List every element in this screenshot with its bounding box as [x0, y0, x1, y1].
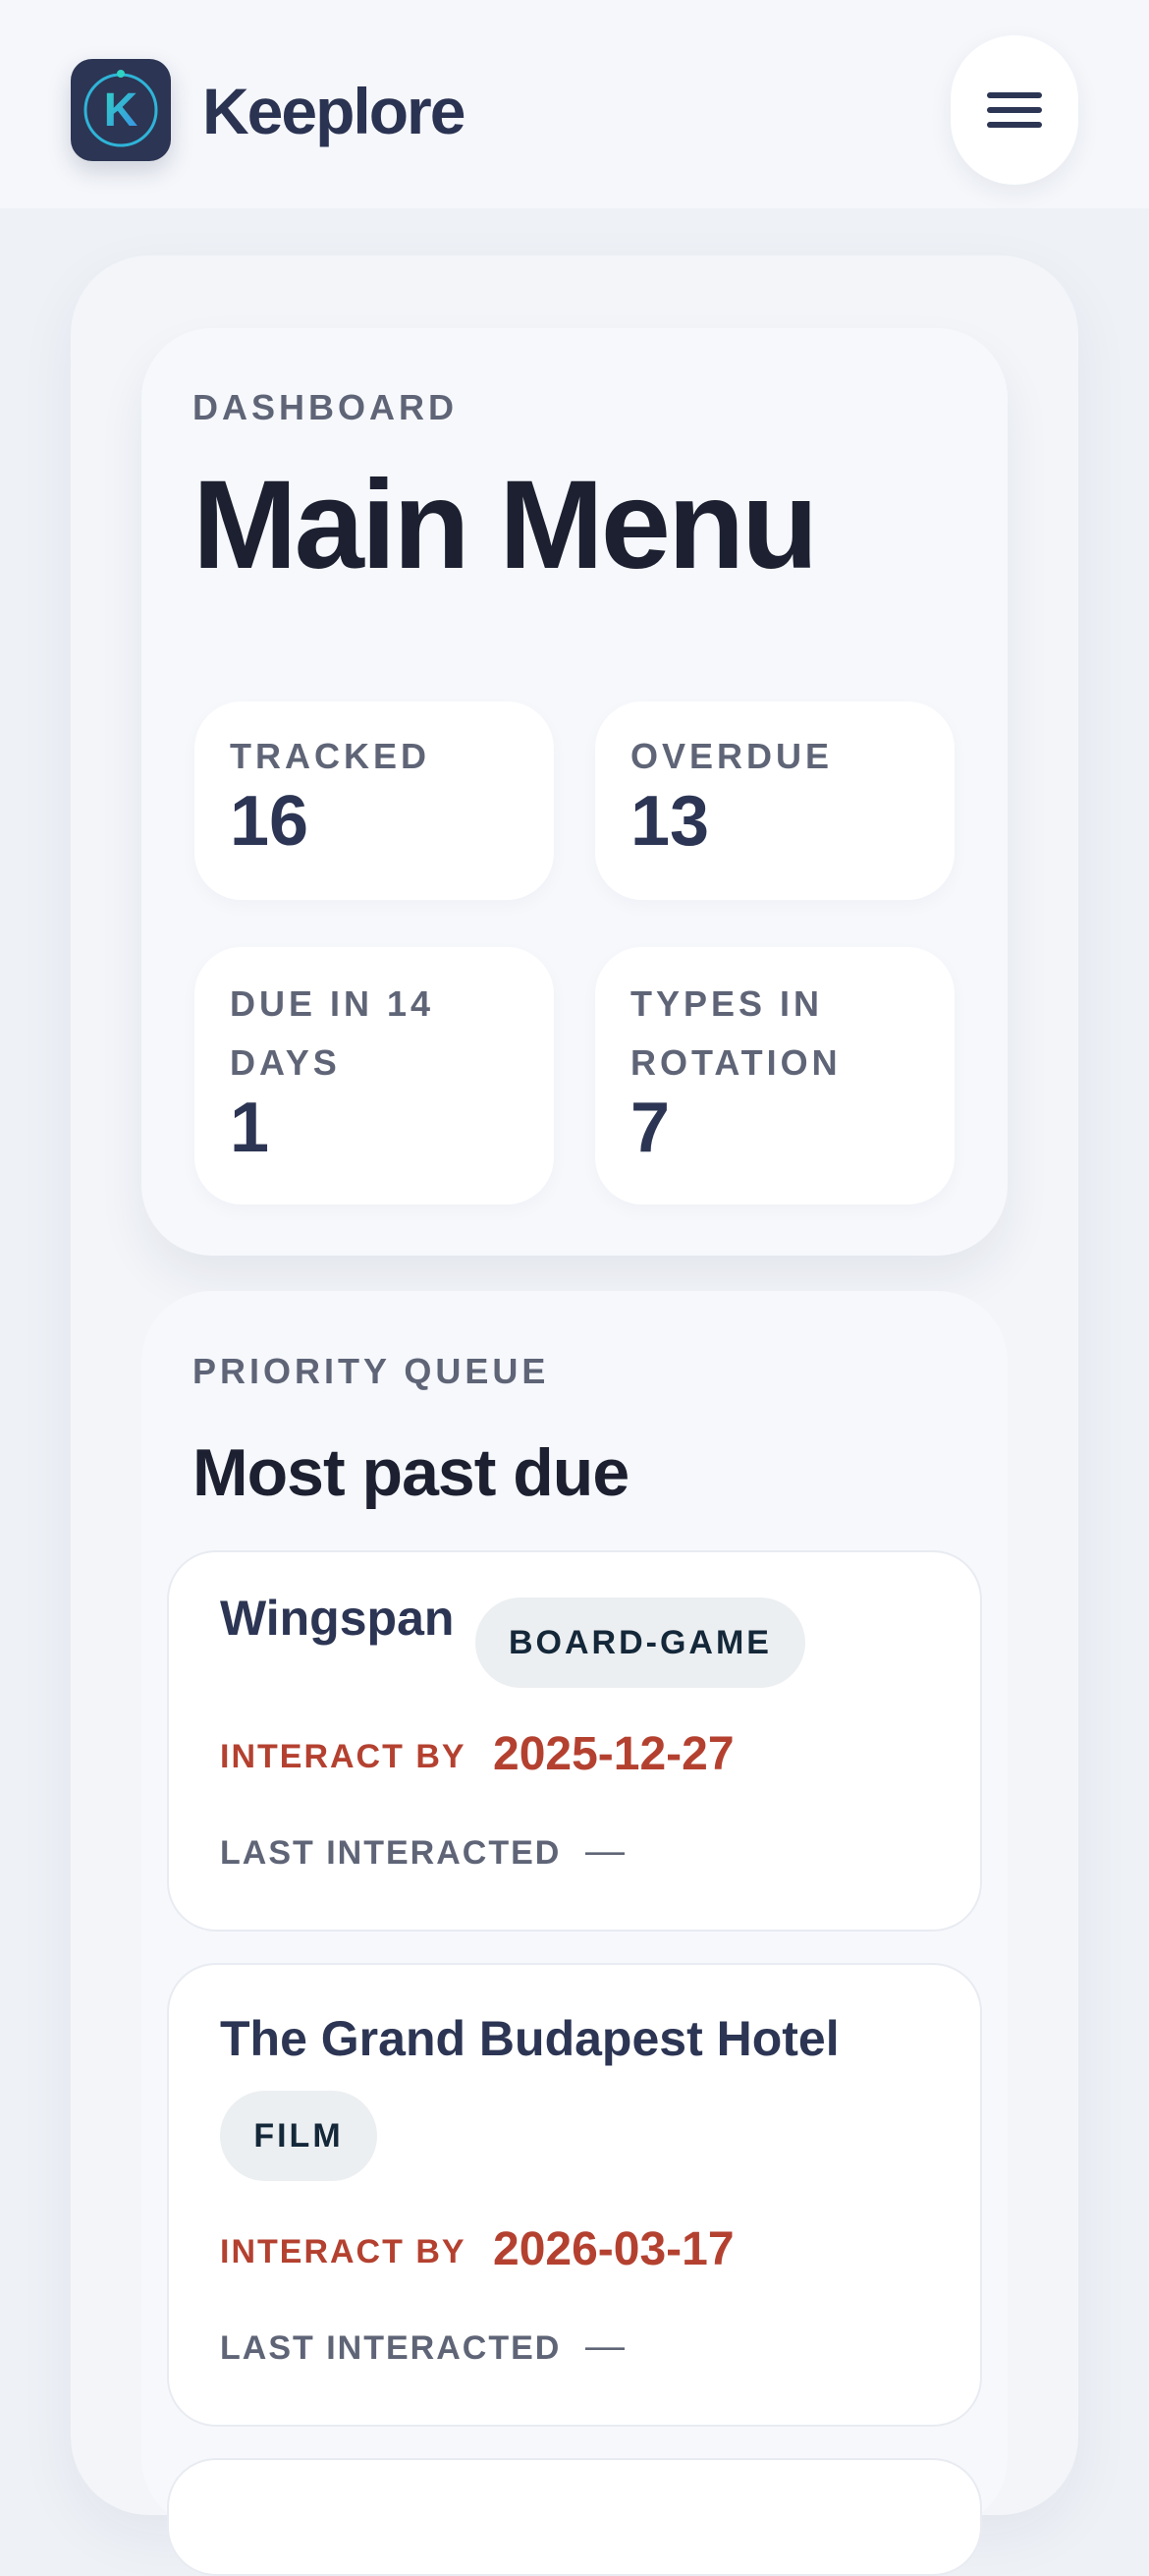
type-tag: BOARD-GAME [475, 1597, 805, 1688]
stat-label: DUE IN 14 DAYS [230, 983, 435, 1083]
queue-title: Most past due [192, 1435, 629, 1510]
stat-card-overdue: OVERDUE 13 [595, 701, 955, 900]
item-name[interactable]: Wingspan [220, 1588, 454, 1649]
dashboard-eyebrow: DASHBOARD [192, 387, 458, 427]
page-title: Main Menu [192, 455, 818, 595]
app-name: Keeplore [202, 75, 465, 147]
stat-card-tracked: TRACKED 16 [194, 701, 554, 900]
menu-button[interactable] [951, 35, 1078, 185]
stat-card-types: TYPES IN ROTATION 7 [595, 947, 955, 1204]
item-name[interactable]: The Grand Budapest Hotel [220, 2008, 840, 2069]
stat-value: 13 [630, 782, 710, 861]
hamburger-icon [987, 107, 1042, 113]
due-date: 2025-12-27 [493, 1728, 735, 1780]
due-label: INTERACT BY [220, 1738, 466, 1775]
stat-card-due-soon: DUE IN 14 DAYS 1 [194, 947, 554, 1204]
top-bar: K Keeplore [0, 0, 1149, 208]
due-label: INTERACT BY [220, 2233, 466, 2270]
queue-eyebrow: PRIORITY QUEUE [192, 1351, 550, 1391]
queue-item[interactable]: Wingspan BOARD-GAME INTERACT BY 2025-12-… [167, 1550, 982, 1932]
svg-text:K: K [104, 84, 138, 137]
logo-icon: K [83, 70, 158, 147]
app-logo[interactable]: K [71, 59, 171, 161]
queue-item[interactable] [167, 2458, 982, 2576]
stat-value: 16 [230, 782, 309, 861]
hamburger-icon [987, 92, 1042, 98]
due-date: 2026-03-17 [493, 2223, 735, 2275]
last-interacted-value: — [585, 2324, 625, 2368]
hamburger-icon [987, 122, 1042, 128]
last-interacted-value: — [585, 1829, 625, 1873]
stat-label: TYPES IN ROTATION [630, 983, 842, 1083]
stat-label: OVERDUE [630, 736, 834, 776]
stat-value: 7 [630, 1089, 671, 1167]
type-tag: FILM [220, 2091, 377, 2181]
stat-value: 1 [230, 1089, 270, 1167]
last-interacted-label: LAST INTERACTED [220, 2329, 562, 2367]
last-interacted-label: LAST INTERACTED [220, 1834, 562, 1872]
stat-label: TRACKED [230, 736, 430, 776]
queue-item[interactable]: The Grand Budapest Hotel FILM INTERACT B… [167, 1963, 982, 2427]
